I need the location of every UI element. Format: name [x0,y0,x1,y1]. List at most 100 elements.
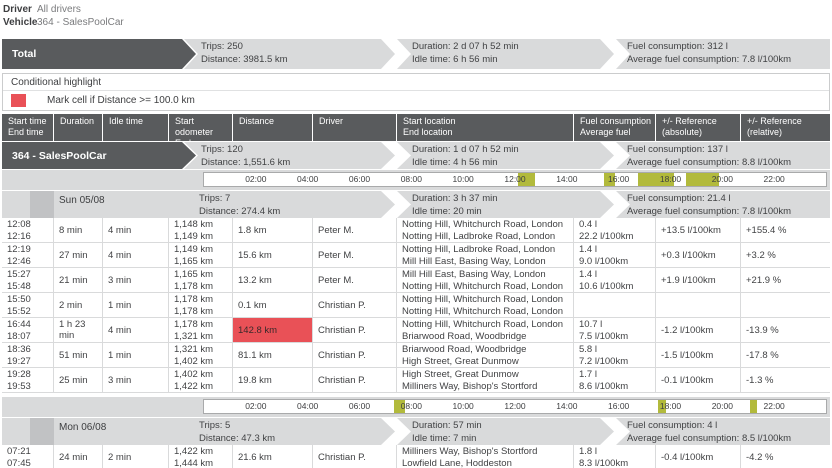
day-group-grip[interactable] [30,191,54,218]
cell-start-end-time: 15:5015:52 [2,293,53,317]
banner-segment-trips: Trips: 120 Distance: 1,551.6 km [184,142,395,169]
cell-locations: High Street, Great DunmowMilliners Way, … [397,368,573,392]
banner-segment-fuel: Fuel consumption: 312 l Average fuel con… [616,39,830,69]
timeline-hour-label: 08:00 [401,401,422,411]
cell-odometer: 1,321 km1,402 km [169,343,232,367]
banner-segment-fuel: Fuel consumption: 21.4 l Average fuel co… [616,191,830,218]
column-header-duration: Duration [54,114,102,141]
cell-idle-time: 1 min [103,343,168,367]
cell-fuel: 0.4 l22.2 l/100km [574,218,655,242]
timeline-hour-label: 04:00 [297,401,318,411]
table-row: 12:1912:46 27 min 4 min 1,149 km1,165 km… [2,243,830,268]
day-group-banner[interactable]: Sun 05/08 Trips: 7 Distance: 274.4 km Du… [2,191,830,218]
banner-segment-trips: Trips: 250 Distance: 3981.5 km [184,39,395,69]
timeline-hour-label: 02:00 [245,174,266,184]
cell-distance: 81.1 km [233,343,312,367]
vehicle-fuel: Fuel consumption: 137 l [627,144,830,157]
cell-odometer: 1,148 km1,149 km [169,218,232,242]
timeline-hour-label: 08:00 [401,174,422,184]
vehicle-group-banner[interactable]: 364 - SalesPoolCar Trips: 120 Distance: … [2,142,830,169]
vehicle-trips: Trips: 120 [201,144,395,157]
timeline-hour-label: 04:00 [297,174,318,184]
timeline-hour-label: 02:00 [245,401,266,411]
timeline-hour-label: 06:00 [349,401,370,411]
table-row: 18:3619:27 51 min 1 min 1,321 km1,402 km… [2,343,830,368]
day-timeline-row: 02:0004:0006:0008:0010:0012:0014:0016:00… [2,170,830,190]
timeline-hour-label: 12:00 [504,174,525,184]
day-idle-time: Idle time: 7 min [412,433,614,446]
cell-fuel: 10.7 l7.5 l/100km [574,318,655,342]
cell-start-end-time: 07:2107:45 [2,445,53,468]
column-header-driver: Driver [313,114,396,141]
cell-ref-absolute: -1.5 l/100km [656,343,740,367]
cell-idle-time: 3 min [103,368,168,392]
cell-distance: 0.1 km [233,293,312,317]
day-trip-rows: 07:2107:45 24 min 2 min 1,422 km1,444 km… [0,445,832,468]
banner-segment-duration: Duration: 57 min Idle time: 7 min [397,418,614,445]
day-label: Sun 05/08 [59,195,105,206]
driver-label: Driver [3,3,37,16]
cell-ref-absolute: +1.9 l/100km [656,268,740,292]
day-duration: Duration: 57 min [412,420,614,433]
timeline-hour-label: 10:00 [453,174,474,184]
day-banner-left: Sun 05/08 Trips: 7 Distance: 274.4 km [2,191,395,218]
cell-locations: Briarwood Road, WoodbridgeHigh Street, G… [397,343,573,367]
cell-ref-relative: +21.9 % [741,268,830,292]
cell-locations: Milliners Way, Bishop's StortfordLowfiel… [397,445,573,468]
day-group-grip[interactable] [30,418,54,445]
cell-distance: 15.6 km [233,243,312,267]
day-idle-time: Idle time: 20 min [412,206,614,219]
table-row: 12:0812:16 8 min 4 min 1,148 km1,149 km … [2,218,830,243]
cell-fuel: 5.8 l7.2 l/100km [574,343,655,367]
cell-start-end-time: 19:2819:53 [2,368,53,392]
timeline-hour-label: 12:00 [504,401,525,411]
vehicle-value: 364 - SalesPoolCar [37,16,124,29]
cell-ref-relative: +3.2 % [741,243,830,267]
cell-distance: 13.2 km [233,268,312,292]
cell-distance: 19.8 km [233,368,312,392]
column-header-odometer: Start odometerEnd odometer [169,114,232,141]
conditional-highlight-title: Conditional highlight [3,74,829,91]
cell-locations: Notting Hill, Ladbroke Road, LondonMill … [397,243,573,267]
cell-idle-time: 4 min [103,243,168,267]
table-row: 19:2819:53 25 min 3 min 1,402 km1,422 km… [2,368,830,393]
cell-fuel [574,293,655,317]
day-trip-rows: 12:0812:16 8 min 4 min 1,148 km1,149 km … [0,218,832,393]
column-header-ref-relative: +/- Reference(relative) [741,114,830,141]
vehicle-label: Vehicle [3,16,37,29]
driver-value: All drivers [37,3,81,16]
cell-distance: 21.6 km [233,445,312,468]
banner-segment-fuel: Fuel consumption: 137 l Average fuel con… [616,142,830,169]
cell-ref-absolute: -1.2 l/100km [656,318,740,342]
vehicle-group-title: 364 - SalesPoolCar [2,142,196,169]
report-filter-summary: Driver All drivers Vehicle 364 - SalesPo… [0,0,832,29]
total-summary-banner[interactable]: Total Trips: 250 Distance: 3981.5 km Dur… [2,39,830,69]
day-distance: Distance: 47.3 km [199,433,275,446]
timeline-hour-label: 16:00 [608,174,629,184]
cell-fuel: 1.7 l8.6 l/100km [574,368,655,392]
cell-driver: Christian P. [313,343,396,367]
cell-odometer: 1,178 km1,178 km [169,293,232,317]
day-group-banner[interactable]: Mon 06/08 Trips: 5 Distance: 47.3 km Dur… [2,418,830,445]
cell-ref-absolute [656,293,740,317]
cell-driver: Peter M. [313,268,396,292]
timeline-hour-label: 20:00 [712,401,733,411]
timeline-hour-label: 22:00 [764,401,785,411]
day-fuel: Fuel consumption: 21.4 l [627,193,830,206]
banner-segment-duration: Duration: 1 d 07 h 52 min Idle time: 4 h… [397,142,614,169]
cell-duration: 25 min [54,368,102,392]
table-row: 15:5015:52 2 min 1 min 1,178 km1,178 km … [2,293,830,318]
cell-duration: 24 min [54,445,102,468]
timeline-hour-label: 22:00 [764,174,785,184]
cell-start-end-time: 16:4418:07 [2,318,53,342]
cell-start-end-time: 18:3619:27 [2,343,53,367]
cell-locations: Notting Hill, Whitchurch Road, LondonBri… [397,318,573,342]
cell-driver: Peter M. [313,218,396,242]
cell-distance: 1.8 km [233,218,312,242]
cell-odometer: 1,422 km1,444 km [169,445,232,468]
vehicle-distance: Distance: 1,551.6 km [201,157,395,170]
cell-ref-relative: -1.3 % [741,368,830,392]
highlight-color-swatch [11,94,26,107]
cell-idle-time: 4 min [103,318,168,342]
cell-duration: 27 min [54,243,102,267]
